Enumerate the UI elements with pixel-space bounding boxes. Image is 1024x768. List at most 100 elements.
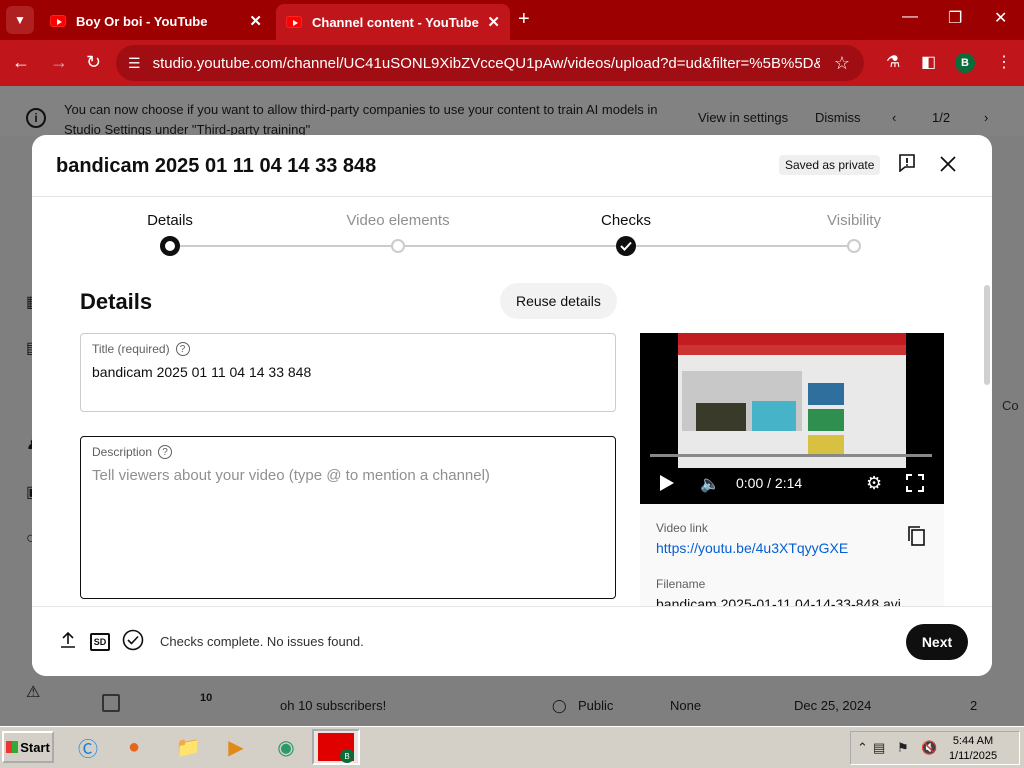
tab-search-icon[interactable]: ▼ (6, 6, 34, 34)
action-center-flag-icon[interactable]: ⚑ (897, 740, 909, 756)
back-icon[interactable]: ← (12, 52, 30, 73)
video-time: 0:00 / 2:14 (736, 475, 803, 491)
reuse-details-button[interactable]: Reuse details (500, 283, 617, 319)
video-frame (678, 333, 906, 468)
title-input[interactable]: bandicam 2025 01 11 04 14 33 848 (92, 364, 311, 380)
upload-details-dialog: bandicam 2025 01 11 04 14 33 848 Saved a… (32, 135, 992, 676)
sd-quality-icon[interactable]: SD (90, 633, 110, 651)
browser-menu-icon[interactable]: ⋮ (996, 52, 1012, 72)
title-label-text: Title (required) (92, 342, 170, 356)
browser-tab-boy-or-boi[interactable]: Boy Or boi - YouTube ✕ (40, 6, 272, 36)
reload-icon[interactable]: ↻ (86, 52, 101, 73)
fullscreen-icon[interactable] (906, 474, 924, 492)
checks-complete-icon[interactable] (122, 629, 144, 651)
section-heading: Details (80, 289, 153, 314)
site-settings-icon[interactable]: ☰ (128, 55, 141, 72)
start-button[interactable]: Start (2, 731, 54, 763)
details-content: Details Reuse details Title (required) ?… (32, 265, 992, 606)
description-field[interactable]: Description ? Tell viewers about your vi… (80, 436, 616, 599)
step-checks[interactable]: Checks (556, 212, 696, 229)
tab-title: Channel content - YouTube Studio (312, 14, 479, 30)
video-frame-tile (808, 383, 844, 405)
copy-link-icon[interactable] (906, 525, 926, 547)
row-checkbox[interactable] (102, 694, 120, 712)
bookmark-star-icon[interactable]: ☆ (834, 53, 850, 74)
description-input[interactable]: Tell viewers about your video (type @ to… (92, 467, 490, 484)
clock-time: 5:44 AM (952, 735, 994, 747)
clock-date: 1/11/2025 (948, 750, 998, 762)
internet-explorer-icon[interactable]: Ⓒ (72, 732, 104, 762)
upload-icon[interactable] (60, 631, 76, 649)
window-close-icon[interactable]: ✕ (994, 8, 1007, 28)
help-icon[interactable]: ? (158, 445, 173, 459)
labs-flask-icon[interactable]: ⚗ (886, 52, 900, 72)
file-explorer-icon[interactable]: 📁 (172, 732, 204, 762)
media-player-icon[interactable]: ▶ (220, 732, 252, 762)
browser-toolbar: ← → ↻ ☰ studio.youtube.com/channel/UC41u… (0, 40, 1024, 86)
saved-as-private-badge: Saved as private (779, 155, 881, 175)
info-icon: i (26, 108, 46, 128)
video-frame-tile (752, 401, 796, 431)
show-hidden-icons-icon[interactable]: ⌃ (857, 740, 868, 756)
play-icon[interactable] (660, 475, 674, 491)
dismiss-button[interactable]: Dismiss (815, 110, 861, 125)
step-video-elements-indicator[interactable] (391, 239, 405, 253)
taskbar-browser-window[interactable]: B (312, 729, 360, 765)
volume-muted-icon[interactable]: 🔇 (921, 740, 937, 756)
help-icon[interactable]: ? (175, 342, 190, 356)
row-visibility: Public (578, 698, 614, 713)
dialog-header: bandicam 2025 01 11 04 14 33 848 Saved a… (32, 135, 992, 197)
description-field-label: Description ? (92, 445, 173, 459)
youtube-studio-favicon-icon (286, 16, 302, 28)
close-dialog-icon[interactable] (938, 154, 958, 174)
video-frame-header (678, 333, 906, 345)
windows-logo-icon (6, 741, 19, 753)
table-row[interactable]: 10 oh 10 subscribers! ◯ Public None Dec … (72, 686, 1012, 726)
view-in-settings-button[interactable]: View in settings (698, 110, 788, 125)
notice-text: You can now choose if you want to allow … (64, 102, 658, 137)
dialog-scrollbar[interactable] (984, 285, 990, 385)
profile-avatar[interactable]: B (955, 53, 975, 73)
forward-icon[interactable]: → (50, 52, 68, 73)
next-notice-icon[interactable]: › (984, 110, 988, 125)
video-player[interactable]: 🔈 0:00 / 2:14 ⚙ (640, 333, 944, 504)
step-details-current-indicator[interactable] (160, 236, 180, 256)
feedback-icon[interactable]: ⚠ (26, 682, 40, 702)
start-label: Start (20, 739, 50, 755)
title-field[interactable]: Title (required) ? bandicam 2025 01 11 0… (80, 333, 616, 412)
video-link[interactable]: https://youtu.be/4u3XTqyyGXE (656, 540, 848, 556)
checkmark-icon (620, 241, 632, 251)
prev-notice-icon[interactable]: ‹ (892, 110, 896, 125)
network-icon[interactable]: ▤ (873, 740, 885, 756)
video-frame-tile (696, 403, 746, 431)
next-button[interactable]: Next (906, 624, 968, 660)
restore-icon[interactable]: ❐ (948, 8, 962, 28)
notice-banner: i You can now choose if you want to allo… (0, 86, 1024, 137)
settings-gear-icon[interactable]: ⚙ (866, 473, 882, 494)
video-progress-bar[interactable] (650, 454, 932, 457)
upload-stepper: Details Video elements Checks Visibility (32, 197, 992, 265)
address-bar[interactable]: ☰ studio.youtube.com/channel/UC41uSONL9X… (116, 45, 864, 81)
dialog-footer: SD Checks complete. No issues found. Nex… (32, 606, 992, 676)
minimize-icon[interactable]: — (902, 8, 918, 26)
clock[interactable]: 5:44 AM 1/11/2025 (947, 734, 999, 764)
step-visibility[interactable]: Visibility (784, 212, 924, 229)
browser-tab-channel-content[interactable]: Channel content - YouTube Studio ✕ (276, 4, 510, 40)
step-details[interactable]: Details (100, 212, 240, 229)
report-issue-icon[interactable] (898, 154, 916, 172)
close-tab-icon[interactable]: ✕ (249, 12, 262, 30)
step-visibility-indicator[interactable] (847, 239, 861, 253)
step-checks-done-indicator[interactable] (616, 236, 636, 256)
video-frame-tile (808, 409, 844, 431)
row-views: 2 (970, 698, 978, 713)
new-tab-icon[interactable]: + (518, 8, 530, 31)
volume-icon[interactable]: 🔈 (700, 474, 720, 494)
edge-icon[interactable]: ◉ (270, 732, 302, 762)
firefox-icon[interactable]: ● (118, 732, 150, 762)
youtube-favicon-icon (50, 15, 66, 27)
step-video-elements[interactable]: Video elements (328, 212, 468, 229)
video-preview-card: 🔈 0:00 / 2:14 ⚙ Video link https://youtu… (640, 333, 944, 606)
dialog-title: bandicam 2025 01 11 04 14 33 848 (56, 155, 377, 177)
side-panel-icon[interactable]: ◧ (921, 52, 936, 72)
close-tab-icon[interactable]: ✕ (487, 13, 500, 31)
